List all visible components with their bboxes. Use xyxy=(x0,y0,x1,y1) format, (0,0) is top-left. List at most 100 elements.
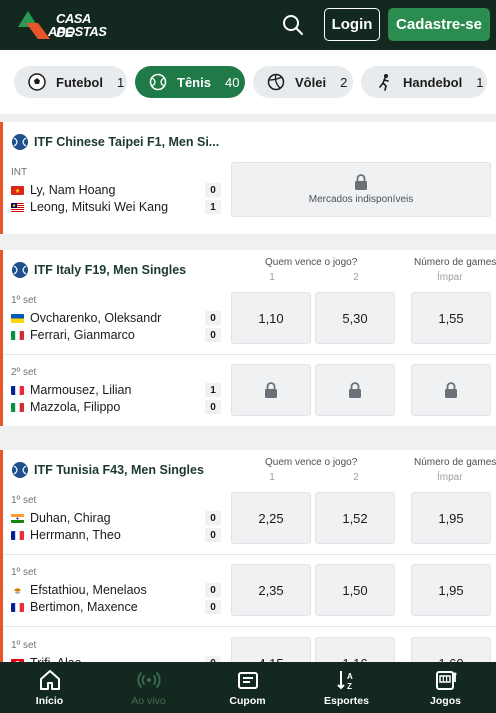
svg-text:A: A xyxy=(347,672,353,681)
player-name: Ovcharenko, Oleksandr xyxy=(30,311,162,325)
odd-button[interactable]: 1,95 xyxy=(411,492,491,544)
chip-tenis[interactable]: Tênis 40 xyxy=(135,66,245,98)
player-name: Herrmann, Theo xyxy=(30,528,121,542)
volleyball-icon xyxy=(267,73,285,91)
player-score: 1 xyxy=(205,383,221,397)
player-score: 0 xyxy=(205,311,221,325)
flag-italy-icon xyxy=(11,402,24,412)
chip-count: 2 xyxy=(340,74,348,90)
flag-italy-icon xyxy=(11,330,24,340)
player-score: 0 xyxy=(205,400,221,414)
player-row: Ly, Nam Hoang xyxy=(11,183,115,197)
casa-de-apostas-logo[interactable]: CASA DE APOSTAS xyxy=(16,9,108,41)
market-col-1: 1 xyxy=(269,472,275,483)
league-card: ITF Italy F19, Men Singles Quem vence o … xyxy=(0,250,496,426)
tennis-ball-icon xyxy=(12,134,28,150)
player-name: Marmousez, Lilian xyxy=(30,383,132,397)
nav-ao-vivo[interactable]: Ao vivo xyxy=(99,662,198,713)
lock-icon xyxy=(355,174,367,190)
sport-filter-bar: Futebol 1 Tênis 40 Vôlei 2 Handebol 1 xyxy=(0,50,496,114)
set-label: 1º set xyxy=(11,567,37,578)
handball-icon xyxy=(379,74,389,91)
chip-count: 1 xyxy=(116,74,125,90)
chip-volei[interactable]: Vôlei 2 xyxy=(253,66,353,98)
top-header: CASA DE APOSTAS Login Cadastre-se xyxy=(0,0,496,50)
nav-esportes[interactable]: AZ Esportes xyxy=(297,662,396,713)
odd-button[interactable]: 1,55 xyxy=(411,292,491,344)
league-card: ITF Chinese Taipei F1, Men Si... INT Ly,… xyxy=(0,122,496,234)
league-title-text: ITF Italy F19, Men Singles xyxy=(34,263,187,277)
svg-text:Z: Z xyxy=(347,682,352,691)
locked-odd xyxy=(411,364,491,416)
market-col-odd: Ímpar xyxy=(437,472,463,483)
player-row: Marmousez, Lilian xyxy=(11,383,131,397)
nav-inicio[interactable]: Início xyxy=(0,662,99,713)
player-name: Bertimon, Maxence xyxy=(30,600,138,614)
market-header-games: Número de games xyxy=(414,457,496,468)
player-name: Duhan, Chirag xyxy=(30,511,111,525)
lock-icon xyxy=(265,382,277,398)
slot-machine-icon xyxy=(435,671,456,690)
nav-label: Esportes xyxy=(324,695,369,707)
tennis-ball-icon xyxy=(149,73,167,91)
locked-odd xyxy=(315,364,395,416)
ticket-icon xyxy=(237,672,258,689)
player-row: Efstathiou, Menelaos xyxy=(11,583,147,597)
league-title[interactable]: ITF Chinese Taipei F1, Men Si... xyxy=(11,133,219,151)
nav-label: Jogos xyxy=(430,695,461,707)
nav-cupom[interactable]: Cupom xyxy=(198,662,297,713)
market-header-winner: Quem vence o jogo? xyxy=(265,257,358,268)
player-score: 1 xyxy=(205,200,221,214)
row-divider xyxy=(3,354,496,355)
set-label: INT xyxy=(11,167,28,178)
player-name: Ferrari, Gianmarco xyxy=(30,328,135,342)
player-row: Leong, Mitsuki Wei Kang xyxy=(11,200,168,214)
chip-count: 1 xyxy=(476,74,484,90)
chip-futebol[interactable]: Futebol 1 xyxy=(14,66,127,98)
flag-vietnam-icon xyxy=(11,185,24,195)
flag-cyprus-icon xyxy=(11,585,24,595)
player-row: Herrmann, Theo xyxy=(11,528,121,542)
flag-france-icon xyxy=(11,602,24,612)
player-row: Mazzola, Filippo xyxy=(11,400,120,414)
chip-label: Vôlei xyxy=(295,74,327,90)
set-label: 2º set xyxy=(11,367,37,378)
player-score: 0 xyxy=(205,600,221,614)
player-score: 0 xyxy=(205,583,221,597)
chip-label: Handebol xyxy=(403,74,463,90)
signup-button[interactable]: Cadastre-se xyxy=(388,8,490,41)
set-label: 1º set xyxy=(11,640,37,651)
odd-button[interactable]: 2,35 xyxy=(231,564,311,616)
flag-india-icon xyxy=(11,513,24,523)
bottom-navigation: Início Ao vivo Cupom AZ Esportes Jogos xyxy=(0,662,496,713)
player-row: Ovcharenko, Oleksandr xyxy=(11,311,161,325)
odd-button[interactable]: 1,10 xyxy=(231,292,311,344)
lock-icon xyxy=(349,382,361,398)
odd-button[interactable]: 5,30 xyxy=(315,292,395,344)
player-score: 0 xyxy=(205,183,221,197)
player-row: Duhan, Chirag xyxy=(11,511,111,525)
soccer-ball-icon xyxy=(28,73,46,91)
chip-label: Futebol xyxy=(56,74,103,90)
odd-button[interactable]: 2,25 xyxy=(231,492,311,544)
odd-button[interactable]: 1,50 xyxy=(315,564,395,616)
player-name: Leong, Mitsuki Wei Kang xyxy=(30,200,169,214)
odd-button[interactable]: 1,52 xyxy=(315,492,395,544)
nav-jogos[interactable]: Jogos xyxy=(396,662,495,713)
league-title[interactable]: ITF Italy F19, Men Singles xyxy=(11,261,186,279)
flag-ukraine-icon xyxy=(11,313,24,323)
set-label: 1º set xyxy=(11,295,37,306)
odd-button[interactable]: 1,95 xyxy=(411,564,491,616)
lock-icon xyxy=(445,382,457,398)
chip-handebol[interactable]: Handebol 1 xyxy=(361,66,487,98)
row-divider xyxy=(3,554,496,555)
search-button[interactable] xyxy=(280,12,306,38)
tennis-ball-icon xyxy=(12,462,28,478)
home-icon xyxy=(39,670,60,690)
market-col-odd: Ímpar xyxy=(437,272,463,283)
login-button[interactable]: Login xyxy=(324,8,380,41)
market-col-1: 1 xyxy=(269,272,275,283)
league-title[interactable]: ITF Tunisia F43, Men Singles xyxy=(11,461,204,479)
chip-label: Tênis xyxy=(177,74,211,90)
nav-label: Início xyxy=(35,695,64,707)
